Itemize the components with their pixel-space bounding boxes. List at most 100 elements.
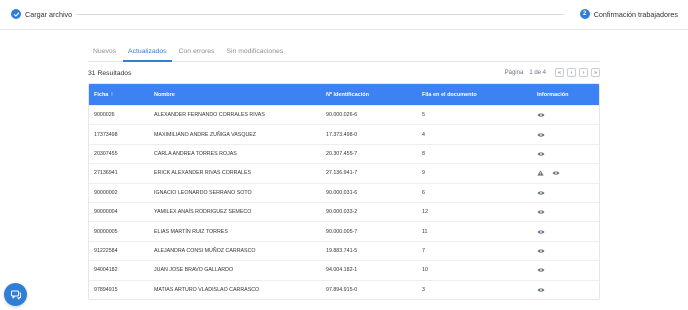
tab-bar: Nuevos Actualizados Con errores Sin modi… [88,44,600,62]
table-row: 90000005 ELIAS MARTÍN RUIZ TORRES 90.000.0… [89,221,599,241]
table-header: Ficha ↑ Nombre Nº Identificación Fila en … [89,84,599,105]
cell-identificacion: 90.000.033-2 [326,209,358,216]
cell-ficha: 27136941 [94,170,118,177]
cell-identificacion: 90.000.031-6 [326,189,358,196]
eye-icon[interactable] [552,170,560,176]
step-confirmacion-trabajadores[interactable]: 2 Confirmación trabajadores [575,9,678,19]
table-row: 97894915 MATIAS ARTURO VLADISLAO CARRASCO… [89,279,599,299]
first-page-button[interactable]: « [555,68,564,77]
header-ficha[interactable]: Ficha ↑ [94,92,113,98]
cell-identificacion: 20.307.455-7 [326,150,358,157]
cell-identificacion: 97.894.915-0 [326,286,358,293]
pager-label: Página [504,69,524,76]
cell-fila: 8 [422,150,425,157]
step-label: Confirmación trabajadores [593,9,678,19]
table-row: 91222584 ALEJANDRA CONSI MUÑOZ CARRASCO 19… [89,240,599,261]
cell-fila: 10 [422,267,428,274]
cell-informacion [537,209,545,215]
workers-table: Ficha ↑ Nombre Nº Identificación Fila en … [88,83,600,300]
tab-con-errores[interactable]: Con errores [174,44,220,62]
chat-button[interactable] [4,283,27,306]
cell-fila: 7 [422,247,425,254]
table-body: 9000026 ALEXANDER FERNANDO CORRALES RIVAS… [89,105,599,299]
cell-informacion [537,248,545,254]
eye-icon[interactable] [537,112,545,118]
pagination: Página 1 de 4 « ‹ › » [505,68,600,77]
cell-ficha: 90000004 [94,209,118,216]
cell-informacion [537,132,545,138]
step-label: Cargar archivo [25,9,73,19]
cell-identificacion: 94.004.182-1 [326,267,358,274]
eye-icon[interactable] [537,151,545,157]
next-page-button[interactable]: › [579,68,588,77]
cell-nombre: MAXIMILIANO ANDRE ZUÑIGA VASQUEZ [154,131,257,138]
cell-informacion [537,151,545,157]
cell-ficha: 91222584 [94,247,118,254]
tab-nuevos[interactable]: Nuevos [88,44,121,62]
table-row: 94004182 JUAN JOSE BRAVO GALLARDO 94.004.1… [89,260,599,280]
header-informacion: Información [537,91,569,98]
cell-nombre: ALEXANDER FERNANDO CORRALES RIVAS [154,112,265,119]
header-ficha-label: Ficha [94,91,109,98]
cell-nombre: ALEJANDRA CONSI MUÑOZ CARRASCO [154,247,256,254]
cell-ficha: 9000026 [94,112,115,119]
tab-actualizados[interactable]: Actualizados [123,44,172,62]
eye-icon[interactable] [537,132,545,138]
header-fila: Fila en el documento [422,91,477,98]
cell-identificacion: 90.000.026-6 [326,112,358,119]
cell-ficha: 90000002 [94,189,118,196]
table-row: 90000004 YAMILEX ANAÍS RODRIGUEZ SEMECO 90… [89,201,599,222]
cell-fila: 9 [422,170,425,177]
cell-nombre: ERICK ALEXANDER RIVAS CORRALES [154,170,252,177]
cell-ficha: 94004182 [94,267,118,274]
eye-icon[interactable] [537,229,545,235]
step-number: 2 [579,9,590,19]
cell-fila: 3 [422,286,425,293]
cell-ficha: 90000005 [94,228,118,235]
header-identificacion: Nº Identificación [326,91,369,98]
cell-fila: 4 [422,131,425,138]
sort-ascending-icon: ↑ [110,91,114,98]
stepper: Cargar archivo 2 Confirmación trabajador… [0,0,688,30]
eye-icon[interactable] [537,287,545,293]
tab-sin-modificaciones[interactable]: Sin modificaciones [221,44,288,62]
cell-nombre: MATIAS ARTURO VLADISLAO CARRASCO [154,286,260,293]
warning-icon[interactable] [537,170,552,177]
table-row: 9000026 ALEXANDER FERNANDO CORRALES RIVAS… [89,105,599,125]
eye-icon[interactable] [537,248,545,254]
eye-icon[interactable] [537,209,545,215]
stepper-line [76,14,564,15]
table-row: 90000002 IGNACIO LEONARDO SERRANO SOTO 90.… [89,182,599,202]
cell-fila: 5 [422,112,425,119]
eye-icon[interactable] [537,190,545,196]
table-row: 27136941 ERICK ALEXANDER RIVAS CORRALES 27… [89,163,599,183]
cell-ficha: 17373498 [94,131,118,138]
pager-info: 1 de 4 [529,69,546,76]
cell-nombre: CARLA ANDREA TORRES ROJAS [154,150,237,157]
check-icon [11,9,21,19]
cell-identificacion: 17.373.498-0 [326,131,358,138]
cell-nombre: JUAN JOSE BRAVO GALLARDO [154,267,234,274]
cell-informacion [537,112,545,118]
eye-icon[interactable] [537,267,545,273]
results-count: 31 Resultados [88,70,132,77]
step-cargar-archivo[interactable]: Cargar archivo [11,9,77,19]
cell-fila: 12 [422,209,428,216]
cell-ficha: 97894915 [94,286,118,293]
cell-nombre: IGNACIO LEONARDO SERRANO SOTO [154,189,252,196]
last-page-button[interactable]: » [591,68,600,77]
table-row: 20307455 CARLA ANDREA TORRES ROJAS 20.307.… [89,143,599,164]
table-row: 17373498 MAXIMILIANO ANDRE ZUÑIGA VASQUEZ… [89,124,599,144]
cell-informacion [537,267,545,273]
cell-identificacion: 27.136.941-7 [326,170,358,177]
cell-informacion [537,229,545,235]
cell-identificacion: 90.000.005-7 [326,228,358,235]
prev-page-button[interactable]: ‹ [567,68,576,77]
cell-nombre: ELIAS MARTÍN RUIZ TORRES [154,228,228,235]
chat-icon [10,290,21,299]
cell-ficha: 20307455 [94,150,118,157]
cell-informacion [537,287,545,293]
cell-fila: 6 [422,189,425,196]
cell-informacion [537,190,545,196]
header-nombre: Nombre [154,91,175,98]
